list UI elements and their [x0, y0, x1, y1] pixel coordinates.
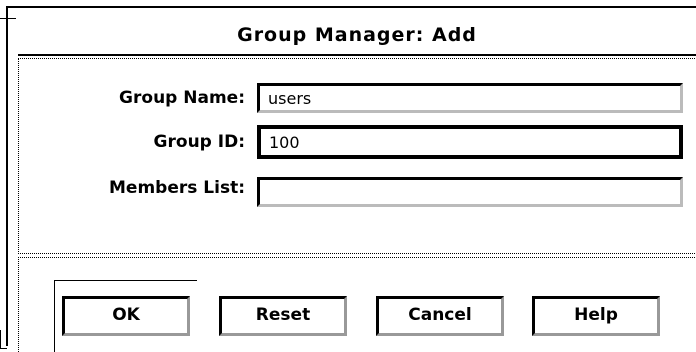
members-list-field[interactable]: [257, 177, 683, 207]
group-name-label: Group Name:: [119, 88, 245, 108]
window-frame-corner: [0, 18, 16, 19]
group-name-field[interactable]: [257, 83, 683, 113]
reset-button[interactable]: Reset: [219, 296, 347, 336]
window-title: Group Manager: Add: [237, 24, 477, 46]
group-id-label: Group ID:: [153, 132, 245, 152]
help-button[interactable]: Help: [532, 296, 660, 336]
group-manager-add-dialog: Group Manager: Add Group Name: Group ID:…: [0, 0, 696, 352]
members-list-row: Members List:: [19, 171, 696, 207]
form-panel: Group Name: Group ID: Members List:: [18, 58, 696, 254]
cancel-button[interactable]: Cancel: [376, 296, 504, 336]
group-id-field[interactable]: [257, 125, 683, 159]
members-list-label: Members List:: [109, 178, 245, 198]
group-name-row: Group Name:: [19, 81, 696, 117]
window-frame-top: [6, 6, 696, 11]
ok-button[interactable]: OK: [62, 296, 190, 336]
title-bar[interactable]: Group Manager: Add: [18, 18, 696, 56]
group-id-row: Group ID:: [19, 125, 696, 161]
window-frame-left: [6, 6, 11, 346]
window-frame-resize-handle[interactable]: [0, 330, 7, 349]
